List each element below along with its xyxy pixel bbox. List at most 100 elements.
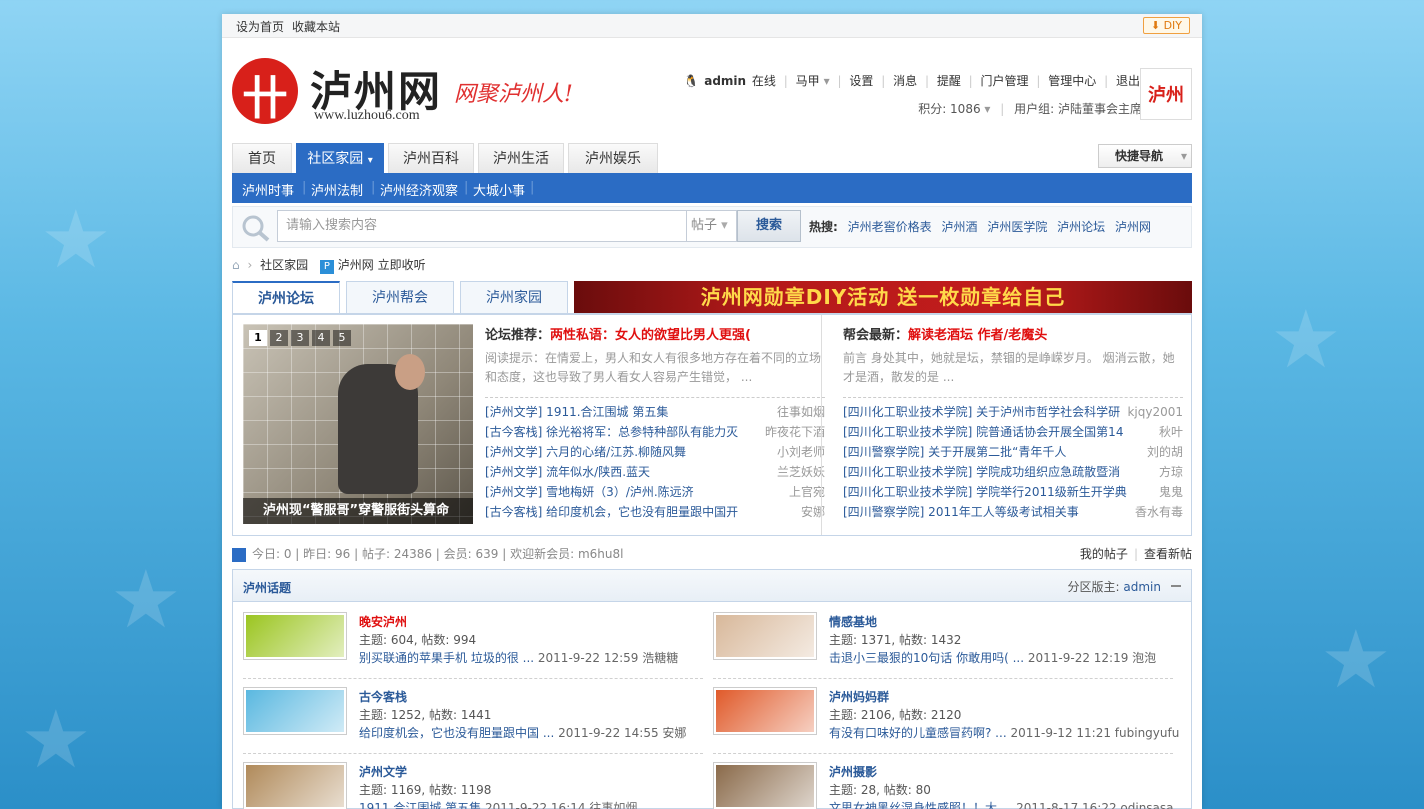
thread-author[interactable]: 刘的胡: [1147, 442, 1183, 462]
subnav-item-news[interactable]: 泸州时事: [242, 180, 294, 199]
board-last-post[interactable]: 有没有口味好的儿童感冒药啊? ... 2011-9-12 11:21 fubin…: [829, 724, 1179, 741]
board-thumbnail[interactable]: [243, 762, 347, 809]
subnav-item-law[interactable]: 泸州法制: [311, 180, 363, 199]
username-link[interactable]: admin: [704, 74, 746, 88]
thread-title[interactable]: [泸州文学] 流年似水/陕西.蓝天: [485, 462, 650, 482]
slideshow[interactable]: 1 2 3 4 5 泸州现“警服哥”穿警服街头算命: [243, 324, 473, 524]
slide-page[interactable]: 3: [291, 330, 309, 346]
board-thumbnail[interactable]: [713, 687, 817, 735]
user-group[interactable]: 用户组: 泸陆董事会主席: [1014, 102, 1142, 116]
admin-center-link[interactable]: 管理中心: [1048, 74, 1096, 88]
slide-page[interactable]: 1: [249, 330, 267, 346]
recommend-title[interactable]: 两性私语：女人的欲望比男人更强(: [550, 328, 751, 343]
thread-author[interactable]: 往事如烟: [777, 402, 825, 422]
collapse-icon[interactable]: [1171, 585, 1181, 587]
settings-link[interactable]: 设置: [849, 74, 873, 88]
slide-caption[interactable]: 泸州现“警服哥”穿警服街头算命: [243, 498, 473, 524]
notices-link[interactable]: 提醒: [937, 74, 961, 88]
board-last-post[interactable]: 击退小三最狠的10句话 你敢用吗( ... 2011-9-22 12:19 泡泡: [829, 649, 1156, 666]
avatar[interactable]: 泸州: [1140, 68, 1192, 120]
board-thumbnail[interactable]: [243, 687, 347, 735]
search-type-select[interactable]: 帖子 ▾: [687, 210, 737, 242]
thread-title[interactable]: [四川警察学院] 2011年工人等级考试相关事: [843, 502, 1079, 522]
list-item[interactable]: [泸州文学] 流年似水/陕西.蓝天 兰芝妖妖: [485, 462, 825, 482]
section-title[interactable]: 泸州话题: [243, 579, 291, 596]
thread-author[interactable]: 上官宛: [789, 482, 825, 502]
thread-title[interactable]: [四川化工职业技术学院] 学院举行2011级新生开学典: [843, 482, 1127, 502]
radio-link[interactable]: 泸州网 立即收听: [338, 258, 426, 272]
list-item[interactable]: [四川警察学院] 2011年工人等级考试相关事 香水有毒: [843, 502, 1183, 522]
list-item[interactable]: [古今客栈] 给印度机会，它也没有胆量跟中国开 安娜: [485, 502, 825, 522]
set-home-link[interactable]: 设为首页: [236, 18, 284, 35]
subnav-item-city[interactable]: 大城小事: [473, 180, 525, 199]
thread-title[interactable]: [四川化工职业技术学院] 学院成功组织应急疏散暨消: [843, 462, 1120, 482]
board-item[interactable]: 晚安泸州 主题: 604, 帖数: 994 别买联通的苹果手机 垃圾的很 ... 2…: [243, 612, 703, 674]
board-last-post[interactable]: 别买联通的苹果手机 垃圾的很 ... 2011-9-22 12:59 浩糖糖: [359, 649, 678, 666]
board-name[interactable]: 晚安泸州: [359, 613, 407, 630]
board-name[interactable]: 泸州摄影: [829, 763, 877, 780]
thread-title[interactable]: [泸州文学] 1911.合江围城 第五集: [485, 402, 668, 422]
thread-title[interactable]: [泸州文学] 六月的心绪/江苏.柳随风舞: [485, 442, 686, 462]
nav-tab-home[interactable]: 首页: [232, 143, 292, 173]
thread-title[interactable]: [四川警察学院] 关于开展第二批“青年千人: [843, 442, 1066, 462]
list-item[interactable]: [四川警察学院] 关于开展第二批“青年千人 刘的胡: [843, 442, 1183, 462]
new-posts-link[interactable]: 查看新帖: [1144, 547, 1192, 561]
slide-page[interactable]: 2: [270, 330, 288, 346]
board-item[interactable]: 泸州摄影 主题: 28, 帖数: 80 文思女神黑丝湿身性感照！！大 ... 201…: [713, 762, 1174, 809]
diy-button[interactable]: ⬇ DIY: [1142, 17, 1190, 34]
nav-tab-wiki[interactable]: 泸州百科: [388, 143, 474, 173]
breadcrumb-community[interactable]: 社区家园: [260, 258, 308, 272]
hot-search-link[interactable]: 泸州论坛: [1057, 220, 1105, 234]
board-name[interactable]: 情感基地: [829, 613, 877, 630]
thread-author[interactable]: 小刘老师: [777, 442, 825, 462]
slide-page[interactable]: 4: [312, 330, 330, 346]
messages-link[interactable]: 消息: [893, 74, 917, 88]
quick-nav-button[interactable]: 快捷导航 ▾: [1098, 144, 1192, 168]
thread-author[interactable]: kjqy2001: [1127, 402, 1183, 422]
hot-search-link[interactable]: 泸州网: [1115, 220, 1151, 234]
tab-home[interactable]: 泸州家园: [460, 281, 568, 313]
board-name[interactable]: 泸州文学: [359, 763, 407, 780]
thread-author[interactable]: 兰芝妖妖: [777, 462, 825, 482]
nav-tab-entertainment[interactable]: 泸州娱乐: [568, 143, 658, 173]
guild-title[interactable]: 解读老酒坛 作者/老魔头: [908, 328, 1047, 343]
list-item[interactable]: [四川化工职业技术学院] 学院举行2011级新生开学典 鬼鬼: [843, 482, 1183, 502]
medal-banner[interactable]: 泸州网勋章DIY活动 送一枚勋章给自己: [574, 281, 1192, 313]
search-button[interactable]: 搜索: [737, 210, 801, 242]
thread-title[interactable]: [古今客栈] 徐光裕将军：总参特种部队有能力灭: [485, 422, 738, 442]
points-menu[interactable]: 积分: 1086: [918, 102, 980, 116]
thread-title[interactable]: [泸州文学] 雪地梅妍（3）/泸州.陈远济: [485, 482, 694, 502]
nav-tab-community[interactable]: 社区家园 ▾: [296, 143, 384, 173]
hot-search-link[interactable]: 泸州老窖价格表: [848, 220, 932, 234]
list-item[interactable]: [四川化工职业技术学院] 院普通话协会开展全国第14 秋叶: [843, 422, 1183, 442]
board-item[interactable]: 泸州妈妈群 主题: 2106, 帖数: 2120 有没有口味好的儿童感冒药啊? ..…: [713, 687, 1179, 749]
list-item[interactable]: [泸州文学] 六月的心绪/江苏.柳随风舞 小刘老师: [485, 442, 825, 462]
thread-author[interactable]: 鬼鬼: [1159, 482, 1183, 502]
tab-guild[interactable]: 泸州帮会: [346, 281, 454, 313]
thread-title[interactable]: [四川化工职业技术学院] 院普通话协会开展全国第14: [843, 422, 1123, 442]
thread-author[interactable]: 昨夜花下酒: [765, 422, 825, 442]
thread-author[interactable]: 秋叶: [1159, 422, 1183, 442]
board-last-post[interactable]: 1911.合江围城 第五集 2011-9-22 16:14 往事如烟: [359, 799, 637, 809]
search-input[interactable]: 请输入搜索内容: [277, 210, 687, 242]
bookmark-link[interactable]: 收藏本站: [292, 18, 340, 35]
board-name[interactable]: 泸州妈妈群: [829, 688, 889, 705]
board-item[interactable]: 泸州文学 主题: 1169, 帖数: 1198 1911.合江围城 第五集 2011…: [243, 762, 703, 809]
board-item[interactable]: 情感基地 主题: 1371, 帖数: 1432 击退小三最狠的10句话 你敢用吗( …: [713, 612, 1173, 674]
board-name[interactable]: 古今客栈: [359, 688, 407, 705]
home-icon[interactable]: ⌂: [232, 258, 240, 272]
board-thumbnail[interactable]: [713, 612, 817, 660]
moderator-link[interactable]: admin: [1123, 580, 1161, 594]
alias-menu[interactable]: 马甲: [796, 74, 820, 88]
subnav-item-economy[interactable]: 泸州经济观察: [380, 180, 458, 199]
tab-forum[interactable]: 泸州论坛: [232, 281, 340, 313]
thread-author[interactable]: 香水有毒: [1135, 502, 1183, 522]
thread-title[interactable]: [古今客栈] 给印度机会，它也没有胆量跟中国开: [485, 502, 738, 522]
board-item[interactable]: 古今客栈 主题: 1252, 帖数: 1441 给印度机会，它也没有胆量跟中国 ..…: [243, 687, 703, 749]
thread-title[interactable]: [四川化工职业技术学院] 关于泸州市哲学社会科学研: [843, 402, 1120, 422]
slide-page[interactable]: 5: [333, 330, 351, 346]
board-thumbnail[interactable]: [713, 762, 817, 809]
logout-link[interactable]: 退出: [1116, 74, 1140, 88]
list-item[interactable]: [四川化工职业技术学院] 关于泸州市哲学社会科学研 kjqy2001: [843, 402, 1183, 422]
board-thumbnail[interactable]: [243, 612, 347, 660]
